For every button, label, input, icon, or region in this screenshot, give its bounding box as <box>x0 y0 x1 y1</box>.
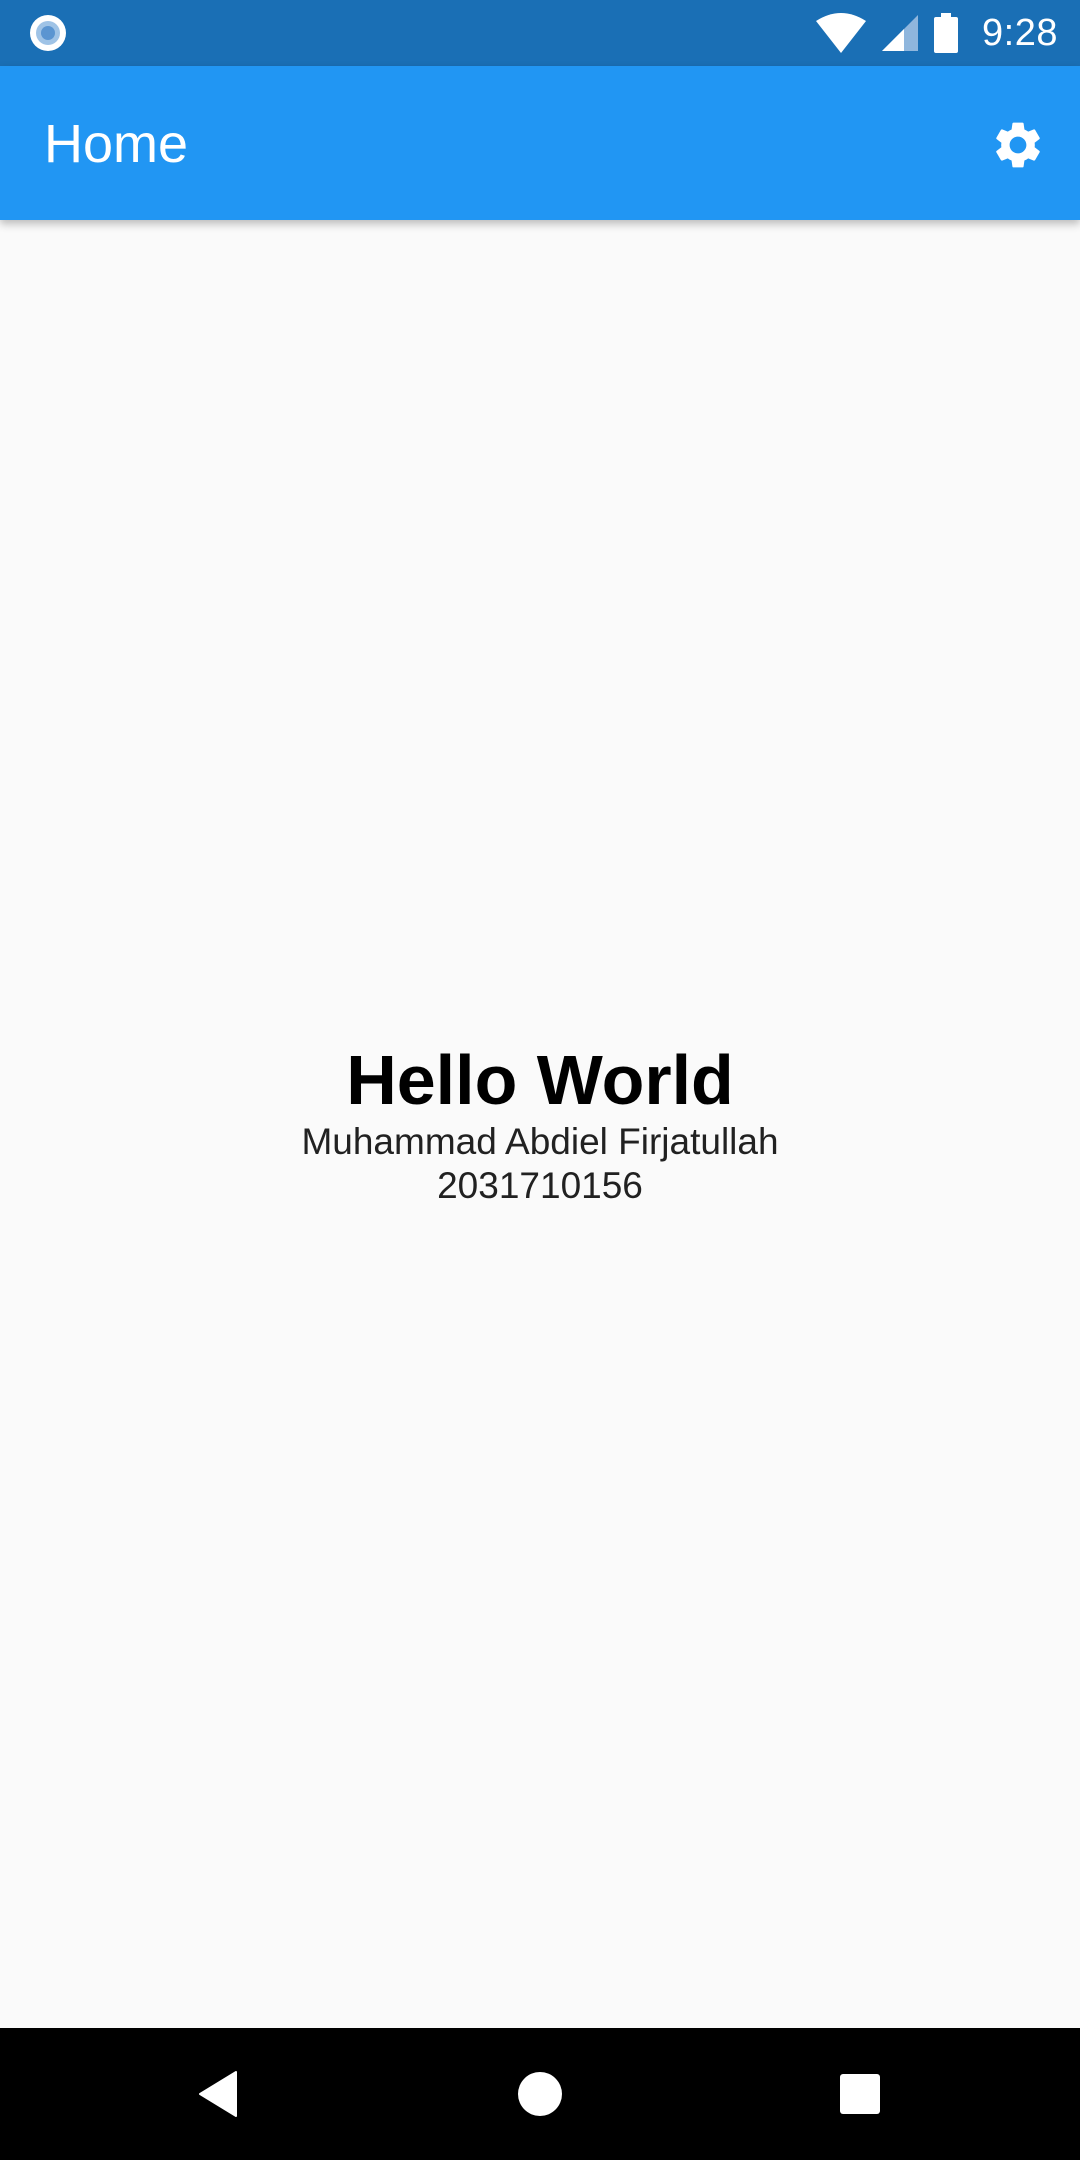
cellular-signal-icon <box>882 15 919 51</box>
student-id: 2031710156 <box>437 1165 643 1206</box>
recents-icon <box>840 2074 880 2114</box>
settings-button[interactable] <box>986 113 1050 177</box>
student-name: Muhammad Abdiel Firjatullah <box>301 1121 779 1162</box>
status-time: 9:28 <box>982 11 1058 54</box>
recents-button[interactable] <box>820 2054 900 2134</box>
navigation-bar <box>0 2028 1080 2160</box>
gear-icon <box>996 122 1040 168</box>
battery-icon <box>934 13 959 53</box>
home-button[interactable] <box>500 2054 580 2134</box>
app-bar: Home <box>0 66 1080 220</box>
back-button[interactable] <box>180 2054 260 2134</box>
circle-record-icon <box>30 15 66 51</box>
status-bar: 9:28 <box>0 0 1080 66</box>
back-icon <box>199 2071 237 2117</box>
headline: Hello World <box>346 1041 734 1119</box>
main-content: Hello World Muhammad Abdiel Firjatullah … <box>0 220 1080 2028</box>
home-icon <box>518 2072 562 2116</box>
wifi-icon <box>816 13 867 53</box>
page-title: Home <box>44 114 189 174</box>
status-icons: 9:28 <box>816 0 1058 66</box>
